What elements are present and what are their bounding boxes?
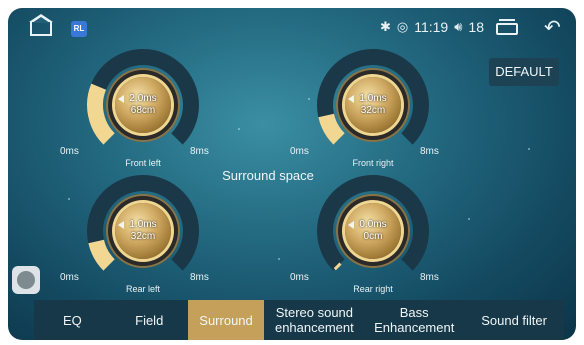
knob-value: 1.0ms 32cm <box>343 93 403 117</box>
bottom-tab-bar: EQ Field Surround Stereo sound enhanceme… <box>34 300 564 340</box>
signal-icon: ◎ <box>396 19 409 34</box>
knob-channel-label: Rear right <box>353 284 393 294</box>
tab-eq[interactable]: EQ <box>34 300 111 340</box>
knob-delay: 2.0ms <box>129 93 157 104</box>
home-icon[interactable] <box>29 14 53 36</box>
back-icon[interactable]: ↶ <box>544 18 561 38</box>
recent-apps-icon[interactable] <box>496 19 518 35</box>
arc-fill <box>318 113 346 145</box>
background-star <box>468 218 470 220</box>
knob-value: 2.0ms 68cm <box>113 93 173 117</box>
knob-value: 1.0ms 32cm <box>113 219 173 243</box>
clock: 11:19 <box>414 19 449 35</box>
background-star <box>238 128 240 130</box>
app-icon[interactable]: RL <box>71 21 87 37</box>
knob-delay: 0.0ms <box>359 219 387 230</box>
background-star <box>528 148 530 150</box>
audio-settings-screen: RL ✱ ◎ 11:19 🔊︎ 18 ↶ DEFAULT Surround sp… <box>8 8 576 340</box>
knob-value: 0.0ms 0cm <box>343 219 403 243</box>
bluetooth-icon: ✱ <box>379 19 391 34</box>
arc-fill <box>87 83 116 145</box>
knob-delay: 1.0ms <box>359 93 387 104</box>
tab-field[interactable]: Field <box>111 300 188 340</box>
knob-delay: 1.0ms <box>129 219 157 230</box>
knob-min-label: 0ms <box>60 272 79 283</box>
knob-min-label: 0ms <box>290 146 309 157</box>
tab-bass-enhancement[interactable]: Bass Enhancement <box>364 300 464 340</box>
tab-surround[interactable]: Surround <box>187 300 265 340</box>
knob-distance: 32cm <box>360 105 386 116</box>
status-indicators: ✱ ◎ 11:19 🔊︎ 18 <box>380 19 484 35</box>
tab-stereo-sound-enhancement[interactable]: Stereo sound enhancement <box>264 300 364 340</box>
status-bar: RL ✱ ◎ 11:19 🔊︎ 18 ↶ <box>8 8 576 48</box>
floating-assist-button[interactable] <box>12 266 40 294</box>
knob-channel-label: Front left <box>125 158 161 168</box>
knob-min-label: 0ms <box>60 146 79 157</box>
knob-front-right[interactable]: 1.0ms 32cm 0ms 8ms Front right <box>278 49 468 180</box>
knob-max-label: 8ms <box>420 146 439 157</box>
volume-icon: 🔊︎ <box>454 19 463 34</box>
knob-rear-left[interactable]: 1.0ms 32cm 0ms 8ms Rear left <box>48 175 238 306</box>
knob-rear-right[interactable]: 0.0ms 0cm 0ms 8ms Rear right <box>278 175 468 306</box>
knob-distance: 32cm <box>130 231 156 242</box>
knob-channel-label: Front right <box>352 158 394 168</box>
knob-max-label: 8ms <box>420 272 439 283</box>
knob-distance: 0cm <box>363 231 383 242</box>
knob-min-label: 0ms <box>290 272 309 283</box>
default-button[interactable]: DEFAULT <box>489 58 559 86</box>
tab-sound-filter[interactable]: Sound filter <box>464 300 564 340</box>
knob-distance: 68cm <box>130 105 156 116</box>
volume-level: 18 <box>468 19 484 35</box>
knob-max-label: 8ms <box>190 272 209 283</box>
knob-channel-label: Rear left <box>125 284 160 294</box>
knob-front-left[interactable]: 2.0ms 68cm 0ms 8ms Front left <box>48 49 238 180</box>
arc-fill <box>88 239 116 271</box>
knob-max-label: 8ms <box>190 146 209 157</box>
